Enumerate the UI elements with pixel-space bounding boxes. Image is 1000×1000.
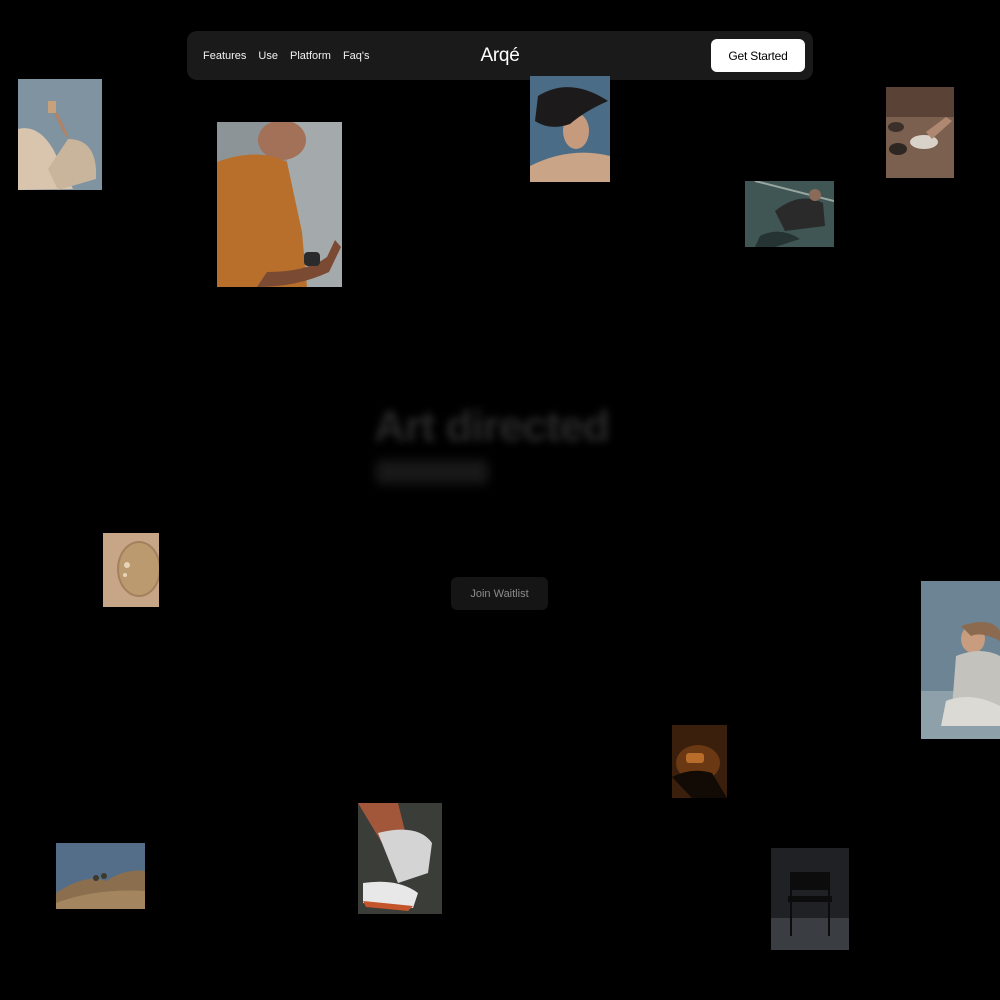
nav-links: Features Use Platform Faq's xyxy=(203,50,711,62)
top-navbar: Features Use Platform Faq's Arqé Get Sta… xyxy=(187,31,813,80)
nav-link-faqs[interactable]: Faq's xyxy=(343,50,370,62)
photo-woman-hair xyxy=(530,76,610,182)
photo-person-court xyxy=(745,181,834,247)
photo-woman-glass xyxy=(18,79,102,190)
join-waitlist-button[interactable]: Join Waitlist xyxy=(451,577,548,610)
photo-running-sneakers xyxy=(358,803,442,914)
photo-man-running xyxy=(217,122,342,287)
get-started-button[interactable]: Get Started xyxy=(711,39,805,72)
hero-headline: Art directed xyxy=(374,402,610,451)
photo-landscape-hills xyxy=(56,843,145,909)
hero-subheadline-blurred xyxy=(376,460,488,484)
photo-chair xyxy=(771,848,849,950)
photo-liquid-drop xyxy=(103,533,159,607)
nav-link-platform[interactable]: Platform xyxy=(290,50,331,62)
photo-hand-glow xyxy=(672,725,727,798)
nav-link-features[interactable]: Features xyxy=(203,50,246,62)
nav-link-use[interactable]: Use xyxy=(258,50,278,62)
photo-woman-sweater xyxy=(921,581,1000,739)
photo-food-table xyxy=(886,87,954,178)
